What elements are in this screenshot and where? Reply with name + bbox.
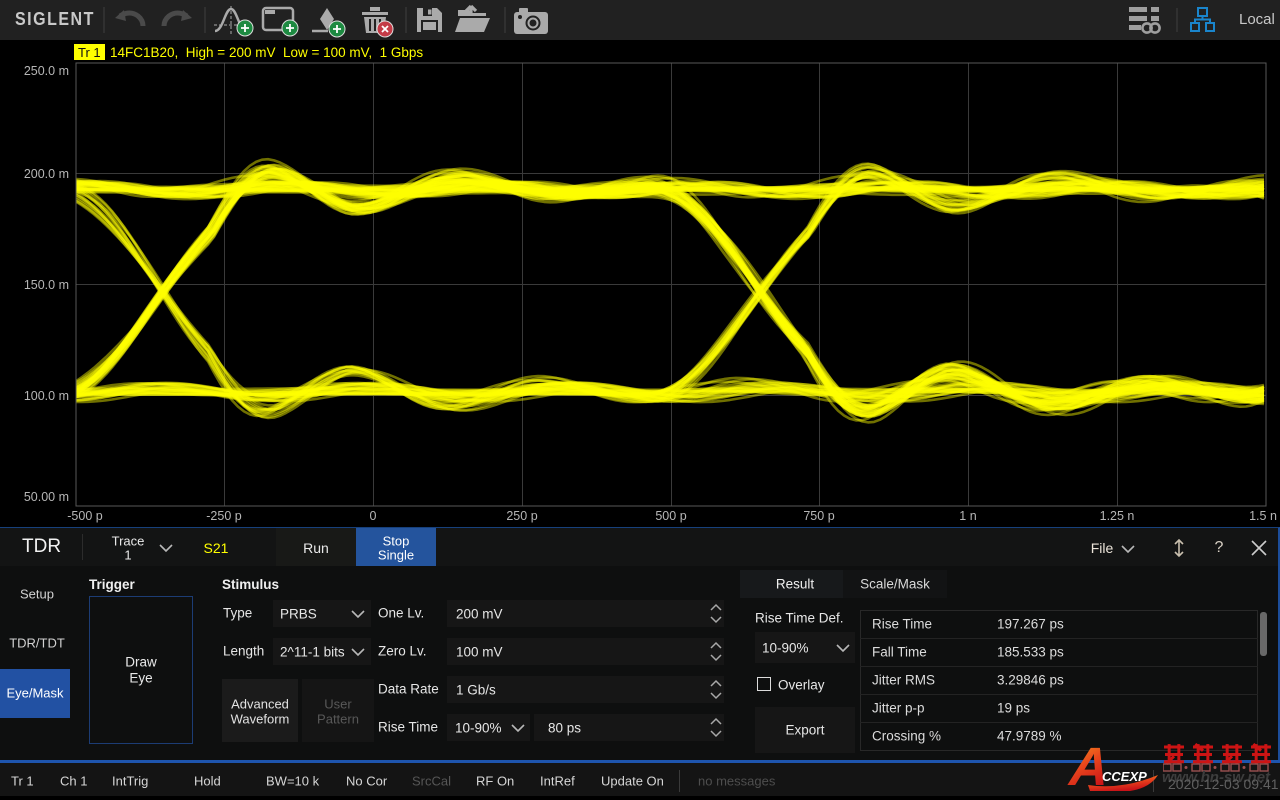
svg-text:CCEXP: CCEXP [1102, 769, 1147, 784]
